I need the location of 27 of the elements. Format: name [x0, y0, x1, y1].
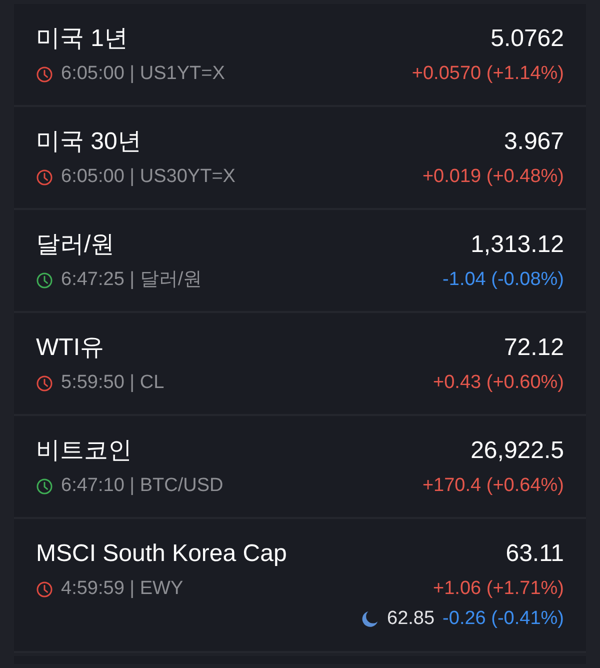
- quote-name: MSCI South Korea Cap: [36, 539, 287, 569]
- quote-change: +1.06 (+1.71%): [433, 577, 564, 601]
- quote-change: +0.019 (+0.48%): [422, 165, 564, 189]
- quote-change: -1.04 (-0.08%): [442, 268, 564, 292]
- quote-time-symbol: 4:59:59 | EWY: [61, 577, 184, 601]
- quote-name: 달러/원: [36, 230, 115, 260]
- quote-price: 26,922.5: [470, 436, 564, 466]
- quote-time-symbol: 6:47:10 | BTC/USD: [61, 474, 224, 498]
- quote-time-symbol: 5:59:50 | CL: [61, 371, 164, 395]
- quote-price: 63.11: [506, 539, 564, 569]
- quote-time-symbol: 6:05:00 | US30YT=X: [61, 165, 236, 189]
- quote-price: 5.0762: [490, 24, 564, 54]
- quote-name: 미국 1년: [36, 24, 128, 54]
- quote-change: +170.4 (+0.64%): [422, 474, 564, 498]
- moon-icon: [361, 610, 379, 628]
- quote-name: WTI유: [36, 333, 104, 363]
- quote-change: +0.0570 (+1.14%): [412, 62, 564, 86]
- quote-change: +0.43 (+0.60%): [433, 371, 564, 395]
- after-hours-price: 62.85: [387, 607, 435, 631]
- quote-name: 미국 30년: [36, 127, 142, 157]
- quote-time-symbol: 6:47:25 | 달러/원: [61, 268, 202, 292]
- quote-price: 1,313.12: [470, 230, 564, 260]
- after-hours-change: -0.26 (-0.41%): [442, 607, 564, 632]
- quote-price: 3.967: [504, 127, 564, 157]
- quote-price: 72.12: [504, 333, 564, 363]
- quote-name: 비트코인: [36, 436, 132, 466]
- quote-time-symbol: 6:05:00 | US1YT=X: [61, 62, 225, 86]
